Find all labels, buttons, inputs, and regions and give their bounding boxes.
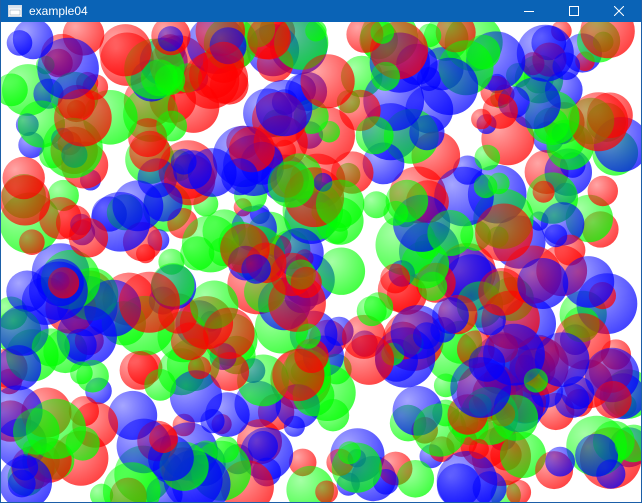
red-bubble <box>48 267 80 299</box>
blue-bubble <box>575 433 619 477</box>
green-bubble <box>180 236 215 271</box>
green-bubble <box>473 174 498 199</box>
green-bubble <box>70 361 93 385</box>
blue-bubble <box>157 26 184 52</box>
blue-bubble <box>283 415 305 437</box>
blue-bubble <box>112 180 164 232</box>
red-bubble <box>129 130 171 172</box>
green-bubble <box>315 179 365 228</box>
green-bubble <box>474 144 501 171</box>
green-bubble <box>383 200 409 226</box>
red-bubble <box>475 203 533 262</box>
red-bubble <box>587 175 618 207</box>
title-bar[interactable]: example04 <box>1 0 641 22</box>
blue-bubble <box>552 52 581 80</box>
green-bubble <box>318 120 341 143</box>
red-bubble <box>482 93 518 129</box>
green-bubble <box>154 64 186 95</box>
blue-bubble <box>517 258 569 309</box>
maximize-button[interactable] <box>551 0 596 22</box>
green-bubble <box>396 460 435 498</box>
red-bubble <box>210 352 250 391</box>
green-bubble <box>371 61 400 91</box>
red-bubble <box>594 381 632 419</box>
red-bubble <box>170 322 209 361</box>
blue-bubble <box>544 224 568 248</box>
blue-bubble <box>221 158 259 196</box>
app-window-icon <box>7 3 23 19</box>
red-bubble <box>290 266 322 298</box>
red-bubble <box>343 334 395 385</box>
green-bubble <box>144 369 177 401</box>
red-bubble <box>202 41 245 83</box>
green-bubble <box>295 323 321 349</box>
red-bubble <box>300 54 355 109</box>
red-bubble <box>118 271 180 333</box>
blue-bubble <box>420 57 479 116</box>
blue-bubble <box>509 77 561 129</box>
app-window: example04 <box>0 0 642 503</box>
red-bubble <box>532 180 555 203</box>
red-bubble <box>68 218 109 258</box>
blue-bubble <box>450 357 512 418</box>
red-bubble <box>1 175 51 226</box>
green-bubble <box>355 116 394 155</box>
blue-bubble <box>241 254 271 284</box>
red-bubble <box>272 348 325 402</box>
red-bubble <box>203 307 255 359</box>
red-bubble <box>468 438 489 459</box>
red-bubble <box>149 424 178 453</box>
green-bubble <box>427 210 474 256</box>
blue-bubble <box>173 150 212 190</box>
minimize-button[interactable] <box>506 0 551 22</box>
blue-bubble <box>247 431 278 462</box>
green-bubble <box>317 247 366 295</box>
bubble-canvas <box>1 22 641 502</box>
blue-bubble <box>554 383 590 418</box>
green-bubble <box>364 292 394 322</box>
window-controls <box>506 0 641 22</box>
green-bubble <box>25 398 86 459</box>
blue-bubble <box>432 297 469 334</box>
green-bubble <box>465 34 501 70</box>
close-icon <box>613 6 624 16</box>
maximize-icon <box>568 6 579 16</box>
green-bubble <box>331 442 382 493</box>
minimize-icon <box>523 11 534 12</box>
red-bubble <box>188 356 211 380</box>
window-title: example04 <box>29 4 88 18</box>
green-bubble <box>267 161 315 208</box>
green-bubble <box>418 271 448 301</box>
blue-bubble <box>545 446 575 477</box>
red-bubble <box>19 229 45 255</box>
drawing-canvas <box>1 22 641 502</box>
blue-bubble <box>200 409 225 434</box>
close-button[interactable] <box>596 0 641 22</box>
green-bubble <box>523 368 549 393</box>
blue-bubble <box>562 256 615 308</box>
red-bubble <box>380 263 411 294</box>
red-bubble <box>54 89 112 147</box>
